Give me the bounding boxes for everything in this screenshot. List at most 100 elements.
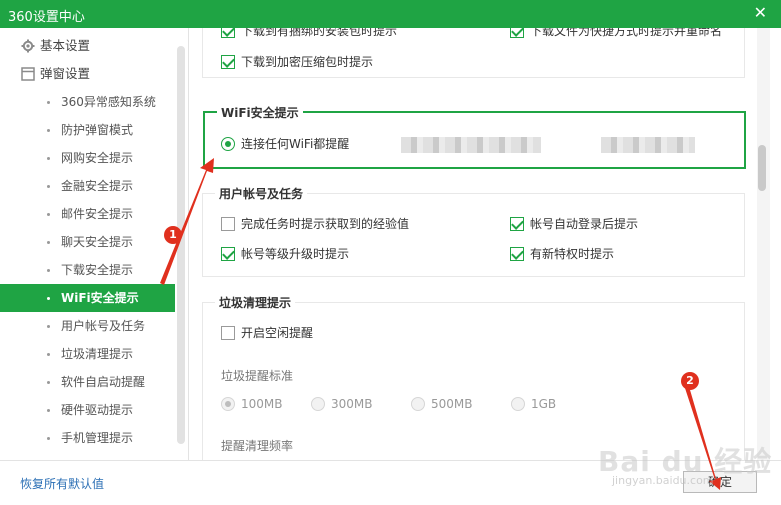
bullet-icon: [47, 129, 50, 132]
checkbox[interactable]: [221, 247, 235, 261]
sidebar-item-driver[interactable]: 硬件驱动提示: [0, 396, 175, 424]
sidebar-scrollbar[interactable]: [177, 46, 185, 444]
option-label: 完成任务时提示获取到的经验值: [241, 217, 410, 231]
section-title: 垃圾清理提示: [215, 294, 296, 311]
sidebar-item-label: 聊天安全提示: [61, 235, 134, 249]
download-bundle-option[interactable]: 下载到有捆绑的安装包时提示: [221, 28, 397, 40]
download-section: 下载到有捆绑的安装包时提示 下载文件为快捷方式时提示并重命名 下载到加密压缩包时…: [202, 28, 745, 78]
option-label: 帐号等级升级时提示: [241, 247, 350, 261]
option-label: 下载文件为快捷方式时提示并重命名: [530, 28, 723, 38]
sidebar-item-account[interactable]: 用户帐号及任务: [0, 312, 175, 340]
sidebar-item-mail[interactable]: 邮件安全提示: [0, 200, 175, 228]
window-icon: [21, 67, 35, 81]
blurred-region: [601, 137, 695, 153]
section-title: 用户帐号及任务: [215, 185, 308, 202]
close-icon[interactable]: ✕: [754, 3, 767, 23]
radio-button[interactable]: [411, 397, 425, 411]
option-label: 有新特权时提示: [530, 247, 615, 261]
wifi-any-option[interactable]: 连接任何WiFi都提醒: [221, 135, 349, 153]
garbage-frequency-label: 提醒清理频率: [221, 439, 294, 453]
annotation-badge-1: 1: [164, 226, 182, 244]
sidebar-item-label: 金融安全提示: [61, 179, 134, 193]
account-exp-option[interactable]: 完成任务时提示获取到的经验值: [221, 215, 409, 233]
checkbox[interactable]: [221, 326, 235, 340]
account-autologin-option[interactable]: 帐号自动登录后提示: [510, 215, 638, 233]
checkbox[interactable]: [510, 247, 524, 261]
sidebar-item-label: 垃圾清理提示: [61, 347, 134, 361]
sidebar-item-shopping[interactable]: 网购安全提示: [0, 144, 175, 172]
bullet-icon: [47, 381, 50, 384]
sidebar-item-label: 下载安全提示: [61, 263, 134, 277]
size-1gb-option[interactable]: 1GB: [511, 395, 556, 413]
wifi-section: WiFi安全提示 连接任何WiFi都提醒: [203, 104, 746, 169]
sidebar-item-anomaly[interactable]: 360异常感知系统: [0, 88, 175, 116]
main-panel: 下载到有捆绑的安装包时提示 下载文件为快捷方式时提示并重命名 下载到加密压缩包时…: [190, 28, 781, 460]
sidebar-item-label: WiFi安全提示: [61, 291, 139, 305]
download-encrypted-option[interactable]: 下载到加密压缩包时提示: [221, 53, 373, 71]
bullet-icon: [47, 325, 50, 328]
account-section: 用户帐号及任务 完成任务时提示获取到的经验值 帐号自动登录后提示 帐号等级升级时…: [202, 185, 745, 277]
sidebar-item-autostart[interactable]: 软件自启动提醒: [0, 368, 175, 396]
bullet-icon: [47, 353, 50, 356]
sidebar-item-phone[interactable]: 手机管理提示: [0, 424, 175, 452]
gear-icon: [21, 39, 35, 53]
bullet-icon: [47, 241, 50, 244]
restore-defaults-link[interactable]: 恢复所有默认值: [20, 475, 104, 492]
bullet-icon: [47, 101, 50, 104]
sidebar-category-label: 基本设置: [40, 38, 91, 53]
bullet-icon: [47, 437, 50, 440]
sidebar-category-popup[interactable]: 弹窗设置: [0, 60, 175, 88]
annotation-badge-2: 2: [681, 372, 699, 390]
watermark-url: jingyan.baidu.com: [612, 474, 714, 487]
sidebar-item-label: 邮件安全提示: [61, 207, 134, 221]
checkbox[interactable]: [221, 55, 235, 69]
bullet-icon: [47, 297, 50, 300]
sidebar-item-label: 网购安全提示: [61, 151, 134, 165]
option-label: 下载到有捆绑的安装包时提示: [241, 28, 398, 38]
bullet-icon: [47, 409, 50, 412]
checkbox[interactable]: [221, 28, 235, 38]
blurred-region: [401, 137, 541, 153]
sidebar-category-label: 弹窗设置: [40, 66, 91, 81]
radio-button[interactable]: [221, 397, 235, 411]
garbage-section: 垃圾清理提示 开启空闲提醒 垃圾提醒标准 100MB 300MB 500MB 1…: [202, 294, 745, 460]
bullet-icon: [47, 157, 50, 160]
title-bar: 360设置中心 ✕: [0, 0, 781, 28]
account-levelup-option[interactable]: 帐号等级升级时提示: [221, 245, 349, 263]
sidebar-item-garbage[interactable]: 垃圾清理提示: [0, 340, 175, 368]
sidebar-item-download[interactable]: 下载安全提示: [0, 256, 175, 284]
size-100mb-option[interactable]: 100MB: [221, 395, 283, 413]
radio-button[interactable]: [311, 397, 325, 411]
size-300mb-option[interactable]: 300MB: [311, 395, 373, 413]
main-scrollbar-track[interactable]: [757, 28, 770, 460]
checkbox[interactable]: [221, 217, 235, 231]
option-label: 连接任何WiFi都提醒: [241, 137, 350, 151]
account-privilege-option[interactable]: 有新特权时提示: [510, 245, 614, 263]
sidebar-item-label: 360异常感知系统: [61, 95, 156, 109]
sidebar: 基本设置 弹窗设置 360异常感知系统 防护弹窗模式 网购安全提示 金融安全提示…: [0, 28, 189, 460]
sidebar-item-finance[interactable]: 金融安全提示: [0, 172, 175, 200]
size-500mb-option[interactable]: 500MB: [411, 395, 473, 413]
window-title: 360设置中心: [8, 10, 85, 25]
sidebar-item-chat[interactable]: 聊天安全提示: [0, 228, 175, 256]
radio-button[interactable]: [221, 137, 235, 151]
garbage-standard-label: 垃圾提醒标准: [221, 369, 294, 383]
sidebar-item-label: 硬件驱动提示: [61, 403, 134, 417]
main-scrollbar-thumb[interactable]: [758, 145, 766, 191]
radio-button[interactable]: [511, 397, 525, 411]
checkbox[interactable]: [510, 217, 524, 231]
sidebar-category-basic[interactable]: 基本设置: [0, 32, 175, 60]
download-shortcut-option[interactable]: 下载文件为快捷方式时提示并重命名: [510, 28, 722, 40]
bullet-icon: [47, 269, 50, 272]
sidebar-item-wifi[interactable]: WiFi安全提示: [0, 284, 175, 312]
bullet-icon: [47, 185, 50, 188]
section-title: WiFi安全提示: [217, 104, 303, 121]
option-label: 下载到加密压缩包时提示: [241, 55, 374, 69]
garbage-idle-option[interactable]: 开启空闲提醒: [221, 324, 313, 342]
sidebar-item-popup-mode[interactable]: 防护弹窗模式: [0, 116, 175, 144]
checkbox[interactable]: [510, 28, 524, 38]
bullet-icon: [47, 213, 50, 216]
option-label: 帐号自动登录后提示: [530, 217, 639, 231]
sidebar-item-label: 防护弹窗模式: [61, 123, 134, 137]
sidebar-item-label: 软件自启动提醒: [61, 375, 146, 389]
